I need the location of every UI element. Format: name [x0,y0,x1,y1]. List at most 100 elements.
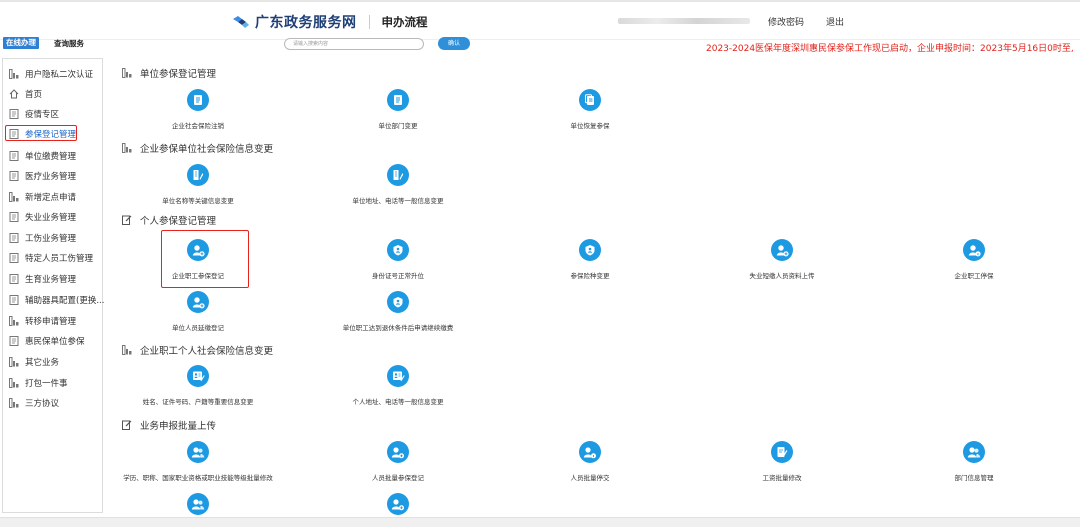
service-tile[interactable]: 失业短缴人员资料上传 [697,239,867,280]
users-info-icon[interactable] [579,441,601,463]
sidebar-item[interactable]: 新增定点申请 [9,190,76,204]
users-icon[interactable] [187,441,209,463]
users-add-icon[interactable] [387,441,409,463]
sidebar-item[interactable]: 用户隐私二次认证 [9,67,93,81]
grid-icon [9,398,19,408]
process-link[interactable]: 申办流程 [382,14,428,30]
service-tile[interactable]: 身份证号正常升位 [313,239,483,280]
users-icon[interactable] [187,493,209,515]
sidebar-item[interactable]: 转移申请管理 [9,314,76,328]
service-tile-label[interactable]: 部门信息管理 [889,472,1059,482]
service-tile[interactable]: 单位恢复参保 [505,89,675,130]
sidebar-item-label: 惠民保单位参保 [25,337,85,347]
search-confirm-button[interactable]: 确认 [438,37,470,50]
service-tile[interactable]: 姓名、证件号码、户籍等重要信息变更 [113,365,283,406]
sidebar-item[interactable]: 辅助器具配置(更换... [9,293,104,307]
doc-edit-icon[interactable] [771,441,793,463]
service-tile-label[interactable]: 失业短缴人员资料上传 [697,270,867,280]
sidebar-item-label: 医疗业务管理 [25,172,77,182]
user-add-icon[interactable] [771,239,793,261]
service-tile[interactable]: 部门信息管理 [889,441,1059,482]
tab-online-service[interactable]: 在线办理 [3,37,39,49]
service-tile[interactable]: 人员批量停交 [505,441,675,482]
sidebar-item-label: 失业业务管理 [25,213,77,223]
sidebar-item-label: 转移申请管理 [25,317,77,327]
service-tile-label[interactable]: 工资批量修改 [697,472,867,482]
copy-icon[interactable] [579,89,601,111]
building-edit-icon[interactable] [187,164,209,186]
user-info-icon[interactable] [963,239,985,261]
service-tile-label[interactable]: 单位地址、电话等一般信息变更 [313,195,483,205]
service-tile[interactable]: 单位部门变更 [313,89,483,130]
tab-query-service[interactable]: 查询服务 [54,38,84,49]
users-add-icon[interactable] [387,493,409,515]
sidebar-item-label: 辅助器具配置(更换... [25,296,105,306]
service-tile-label[interactable]: 个人地址、电话等一般信息变更 [313,396,483,406]
building-edit-icon[interactable] [387,164,409,186]
sidebar-item[interactable]: 首页 [9,87,42,101]
sidebar-item[interactable]: 惠民保单位参保 [9,334,85,348]
sidebar-item[interactable]: 单位缴费管理 [9,149,76,163]
sidebar-item[interactable]: 工伤业务管理 [9,231,76,245]
grid-icon [9,192,19,202]
service-tile[interactable]: 人员批量参保登记 [313,441,483,482]
service-tile-label[interactable]: 单位人员延缴登记 [113,322,283,332]
sidebar-item[interactable]: 医疗业务管理 [9,169,76,183]
users-icon[interactable] [963,441,985,463]
grid-icon [9,316,19,326]
horizontal-scrollbar[interactable] [0,517,1080,527]
service-tile[interactable]: 学历、职称、国家职业资格或职业技能等级批量修改 [113,441,283,482]
service-tile-label[interactable]: 人员批量参保登记 [313,472,483,482]
doc-icon [9,129,19,139]
sidebar-item[interactable]: 参保登记管理 [9,127,76,141]
sidebar-item[interactable]: 三方协议 [9,396,59,410]
service-tile-label[interactable]: 单位职工达到退休条件后申请继续缴费 [313,322,483,332]
page: 广东政务服务网 申办流程 修改密码 退出 在线办理 查询服务 请输入搜索内容 确… [0,0,1080,527]
id-edit-icon[interactable] [187,365,209,387]
user-add-icon[interactable] [187,291,209,313]
section-title: 单位参保登记管理 [122,66,216,80]
service-tile-label[interactable]: 学历、职称、国家职业资格或职业技能等级批量修改 [113,472,283,482]
site-logo[interactable]: 广东政务服务网 申办流程 [232,12,428,32]
notice-banner[interactable]: 2023-2024医保年度深圳惠民保参保工作现已启动，企业申报时间：2023年5… [706,41,1074,54]
sidebar-item[interactable]: 其它业务 [9,355,59,369]
sidebar-item-label: 疫情专区 [25,110,60,120]
service-tile[interactable]: 企业职工停保 [889,239,1059,280]
service-tile-label[interactable]: 参保险种变更 [505,270,675,280]
service-tile-label[interactable]: 人员批量停交 [505,472,675,482]
service-tile[interactable]: 企业社会保险注销 [113,89,283,130]
service-tile[interactable]: 参保险种变更 [505,239,675,280]
shield-icon[interactable] [387,291,409,313]
logout-link[interactable]: 退出 [826,15,844,28]
service-tile[interactable]: 单位人员延缴登记 [113,291,283,332]
service-tile[interactable]: 单位地址、电话等一般信息变更 [313,164,483,205]
service-tile[interactable]: 工资批量修改 [697,441,867,482]
shield-icon[interactable] [387,239,409,261]
document-icon[interactable] [187,89,209,111]
search-input[interactable]: 请输入搜索内容 [284,38,424,50]
sidebar-item[interactable]: 生育业务管理 [9,272,76,286]
sidebar-item-label: 工伤业务管理 [25,234,77,244]
service-tile-label[interactable]: 身份证号正常升位 [313,270,483,280]
service-tile-label[interactable]: 单位恢复参保 [505,120,675,130]
divider [368,15,370,29]
service-tile[interactable]: 单位职工达到退休条件后申请继续缴费 [313,291,483,332]
id-edit-icon[interactable] [387,365,409,387]
service-tile-label[interactable]: 企业社会保险注销 [113,120,283,130]
sidebar-item[interactable]: 打包一件事 [9,376,68,390]
sidebar-item[interactable]: 疫情专区 [9,107,59,121]
service-tile-label[interactable]: 姓名、证件号码、户籍等重要信息变更 [113,396,283,406]
shield-icon[interactable] [579,239,601,261]
document-icon[interactable] [387,89,409,111]
sidebar-item[interactable]: 失业业务管理 [9,210,76,224]
service-tile-label[interactable]: 企业职工停保 [889,270,1059,280]
grid-icon [9,378,19,388]
service-tile-label[interactable]: 单位名称等关键信息变更 [113,195,283,205]
sidebar-item[interactable]: 特定人员工伤管理 [9,251,93,265]
service-tile[interactable]: 单位名称等关键信息变更 [113,164,283,205]
guangdong-logo-icon [232,15,250,29]
change-password-link[interactable]: 修改密码 [768,15,804,28]
service-tile[interactable]: 个人地址、电话等一般信息变更 [313,365,483,406]
service-tile-label[interactable]: 单位部门变更 [313,120,483,130]
section-title-label: 企业职工个人社会保险信息变更 [140,346,274,357]
